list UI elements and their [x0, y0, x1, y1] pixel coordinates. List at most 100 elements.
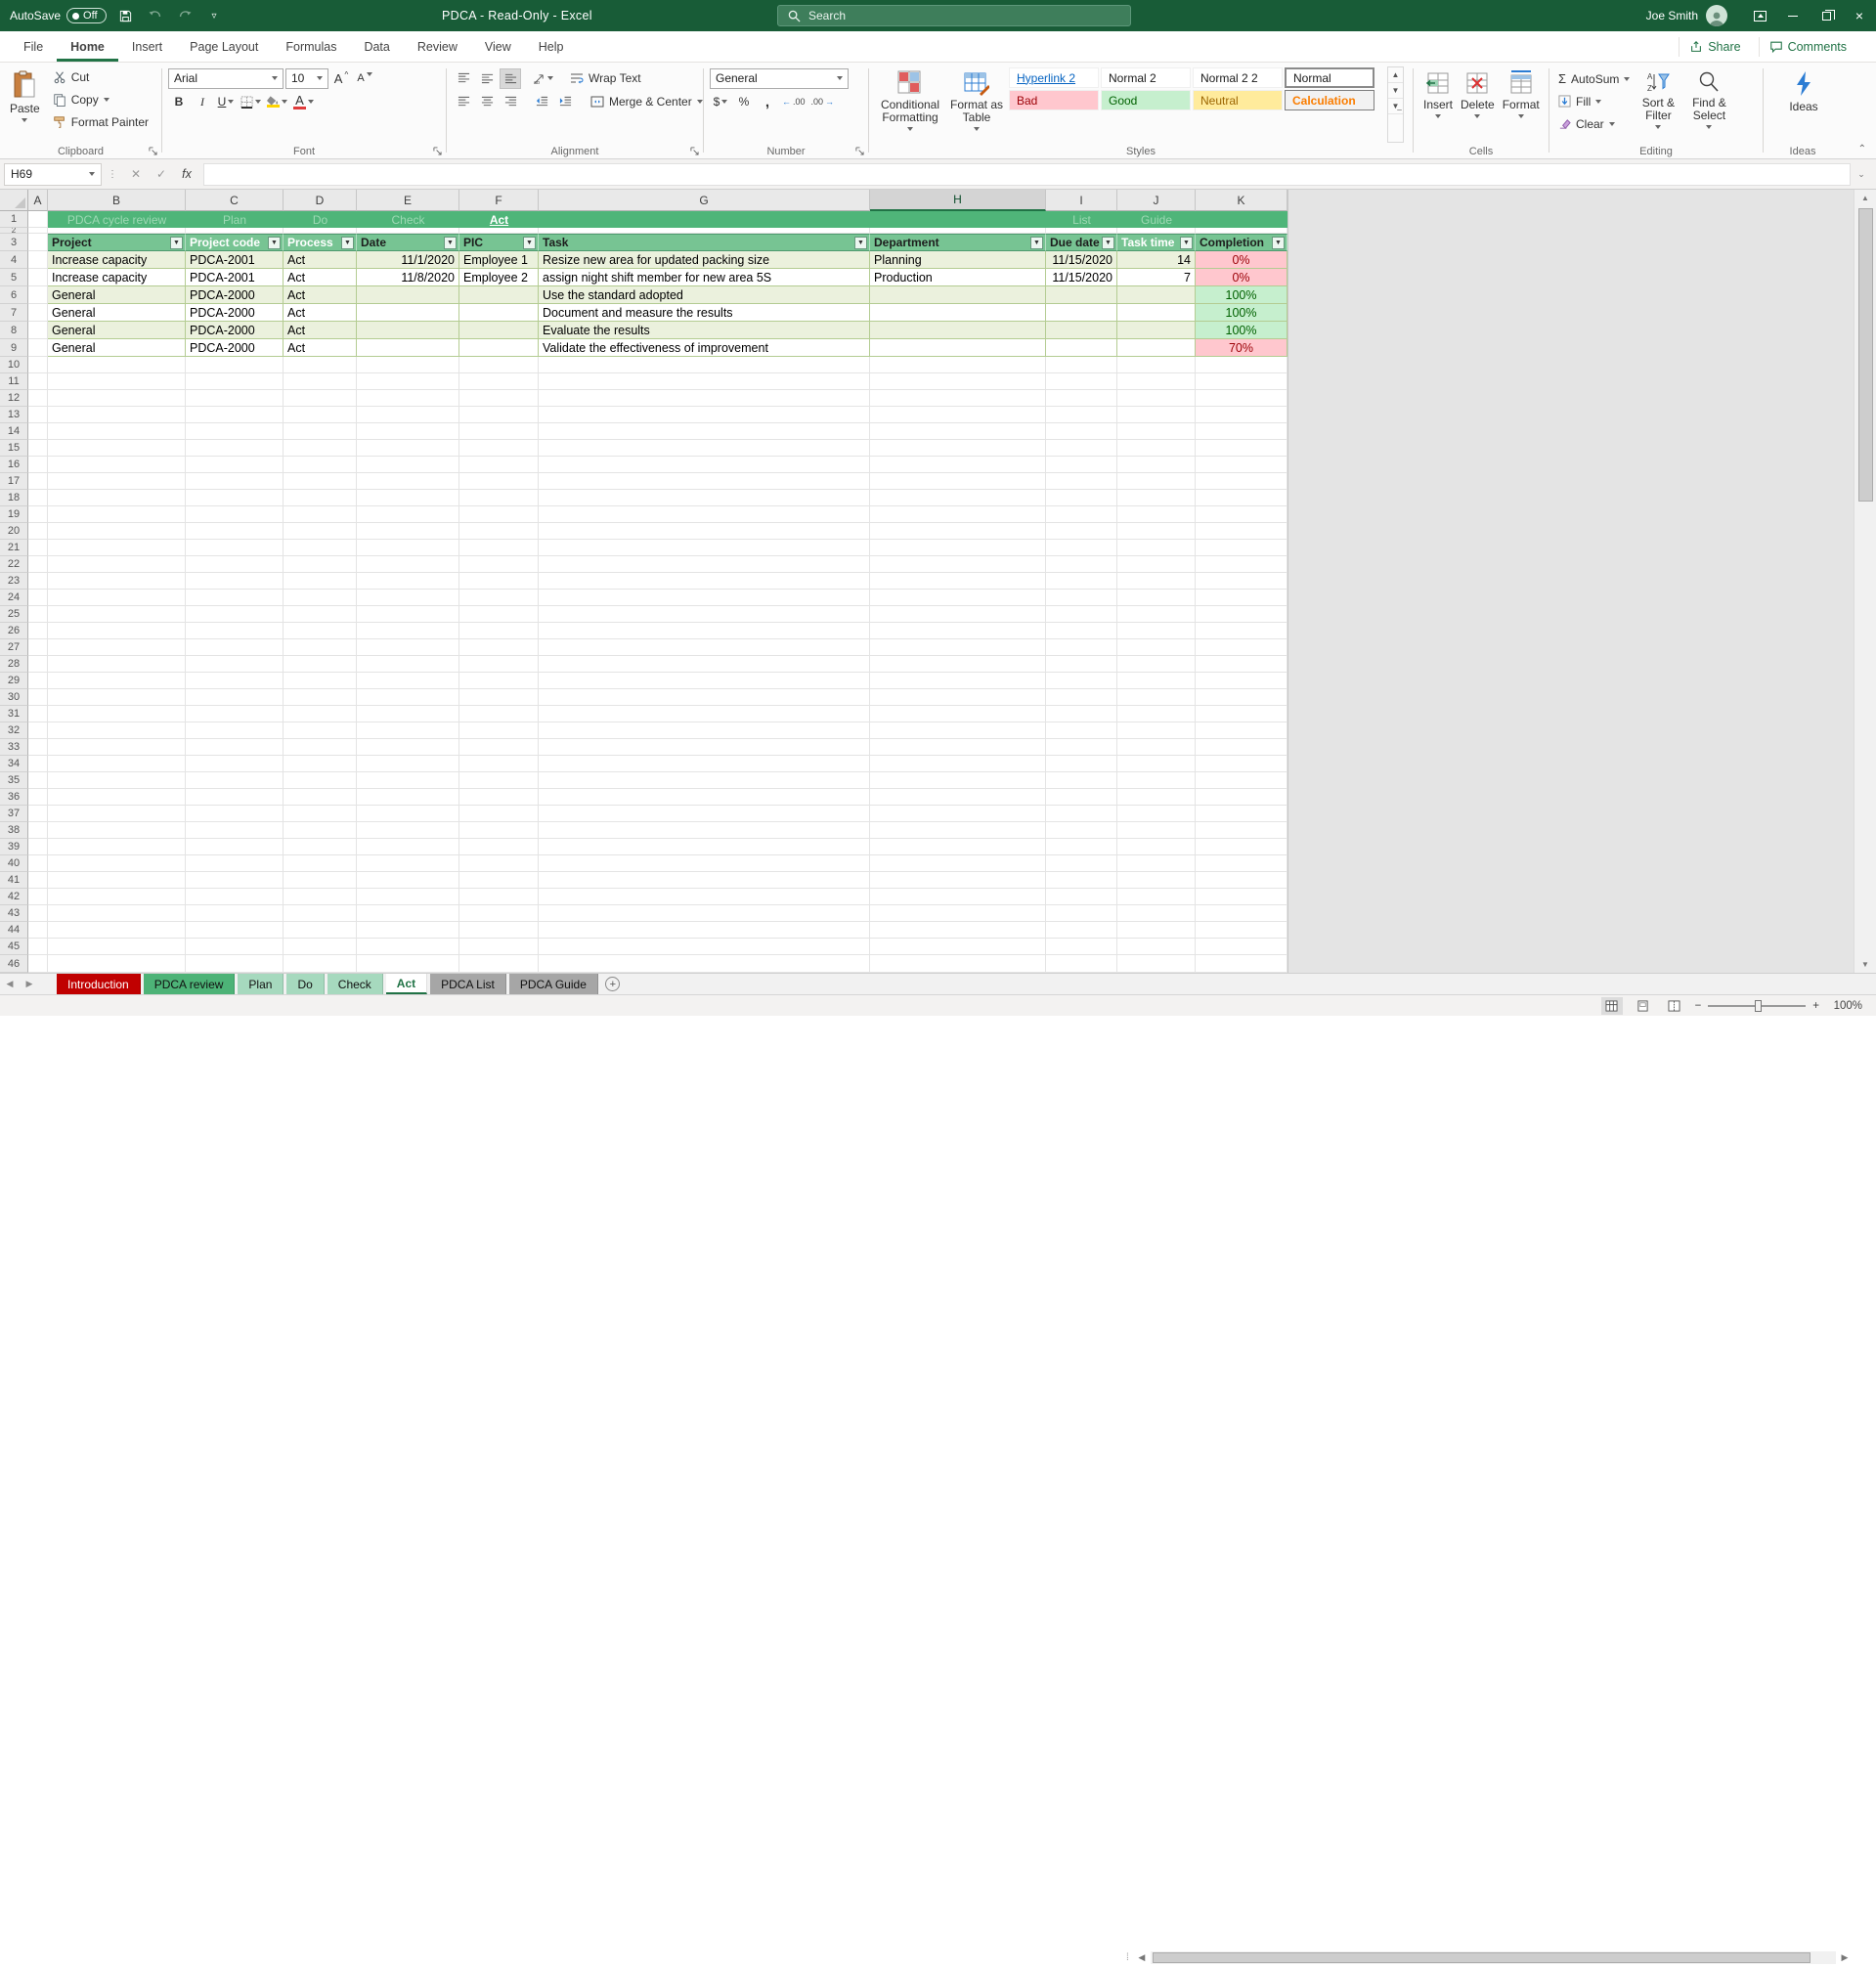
- cell-J19[interactable]: [1117, 506, 1196, 523]
- comments-button[interactable]: Comments: [1758, 36, 1856, 57]
- row-header-20[interactable]: 20: [0, 523, 28, 540]
- cell-C35[interactable]: [186, 772, 284, 789]
- cell-A29[interactable]: [28, 673, 48, 689]
- row-header-42[interactable]: 42: [0, 889, 28, 905]
- cell-F45[interactable]: [459, 939, 539, 955]
- cell-I42[interactable]: [1046, 889, 1117, 905]
- cell-F43[interactable]: [459, 905, 539, 922]
- cell-B44[interactable]: [48, 922, 186, 939]
- cell-K33[interactable]: [1196, 739, 1287, 756]
- cell-D38[interactable]: [284, 822, 357, 839]
- column-header-F[interactable]: F: [459, 190, 539, 211]
- vertical-scrollbar[interactable]: ▲ ▼: [1854, 190, 1876, 973]
- cell-I46[interactable]: [1046, 955, 1117, 973]
- cell-E42[interactable]: [357, 889, 459, 905]
- style-chip-normal-2[interactable]: Normal 2: [1101, 67, 1191, 88]
- cell-D27[interactable]: [284, 639, 357, 656]
- cell-K45[interactable]: [1196, 939, 1287, 955]
- cell-B45[interactable]: [48, 939, 186, 955]
- cell-E29[interactable]: [357, 673, 459, 689]
- cell-I36[interactable]: [1046, 789, 1117, 806]
- avatar[interactable]: [1706, 5, 1727, 26]
- cell-F30[interactable]: [459, 689, 539, 706]
- cell-A44[interactable]: [28, 922, 48, 939]
- cell-I15[interactable]: [1046, 440, 1117, 457]
- filter-dropdown-icon[interactable]: ▼: [854, 236, 867, 249]
- row-header-34[interactable]: 34: [0, 756, 28, 772]
- cell-J20[interactable]: [1117, 523, 1196, 540]
- font-dialog-launcher[interactable]: [431, 145, 443, 156]
- column-header-H[interactable]: H: [870, 190, 1046, 211]
- cell-K16[interactable]: [1196, 457, 1287, 473]
- minimize-button[interactable]: [1776, 0, 1810, 31]
- cell-J27[interactable]: [1117, 639, 1196, 656]
- cell-H30[interactable]: [870, 689, 1046, 706]
- find-select-button[interactable]: Find & Select: [1683, 66, 1734, 143]
- cell-B36[interactable]: [48, 789, 186, 806]
- cell-C32[interactable]: [186, 722, 284, 739]
- cell-E18[interactable]: [357, 490, 459, 506]
- cell-F36[interactable]: [459, 789, 539, 806]
- cell-B40[interactable]: [48, 855, 186, 872]
- cell-J11[interactable]: [1117, 373, 1196, 390]
- cell-I7[interactable]: [1046, 304, 1117, 322]
- cell-C33[interactable]: [186, 739, 284, 756]
- cell-A24[interactable]: [28, 590, 48, 606]
- cell-C6[interactable]: PDCA-2000: [186, 286, 284, 304]
- cell-B19[interactable]: [48, 506, 186, 523]
- cell-G12[interactable]: [539, 390, 870, 407]
- cell-H35[interactable]: [870, 772, 1046, 789]
- cell-H25[interactable]: [870, 606, 1046, 623]
- cell-E35[interactable]: [357, 772, 459, 789]
- font-color-button[interactable]: A: [291, 92, 316, 112]
- cell-H14[interactable]: [870, 423, 1046, 440]
- share-button[interactable]: Share: [1679, 36, 1750, 57]
- cell-K15[interactable]: [1196, 440, 1287, 457]
- cell-F9[interactable]: [459, 339, 539, 357]
- cell-G43[interactable]: [539, 905, 870, 922]
- font-family-select[interactable]: Arial: [168, 67, 284, 89]
- cell-E15[interactable]: [357, 440, 459, 457]
- decrease-decimal-button[interactable]: .00 →: [809, 92, 837, 112]
- cell-E34[interactable]: [357, 756, 459, 772]
- cell-D5[interactable]: Act: [284, 269, 357, 286]
- cell-A10[interactable]: [28, 357, 48, 373]
- cell-I29[interactable]: [1046, 673, 1117, 689]
- cell-G32[interactable]: [539, 722, 870, 739]
- delete-cells-button[interactable]: Delete: [1457, 66, 1499, 143]
- cell-G4[interactable]: Resize new area for updated packing size: [539, 251, 870, 269]
- cell-I44[interactable]: [1046, 922, 1117, 939]
- cell-C16[interactable]: [186, 457, 284, 473]
- cell-D39[interactable]: [284, 839, 357, 855]
- scroll-down-icon[interactable]: ▼: [1854, 956, 1876, 973]
- filter-dropdown-icon[interactable]: ▼: [268, 236, 281, 249]
- cell-F40[interactable]: [459, 855, 539, 872]
- cell-G27[interactable]: [539, 639, 870, 656]
- row-header-10[interactable]: 10: [0, 357, 28, 373]
- cell-H24[interactable]: [870, 590, 1046, 606]
- row-header-23[interactable]: 23: [0, 573, 28, 590]
- cell-F23[interactable]: [459, 573, 539, 590]
- cell-A5[interactable]: [28, 269, 48, 286]
- cell-A42[interactable]: [28, 889, 48, 905]
- cell-H18[interactable]: [870, 490, 1046, 506]
- sheet-nav-right-icon[interactable]: ▶: [20, 974, 39, 994]
- cell-J22[interactable]: [1117, 556, 1196, 573]
- cell-D21[interactable]: [284, 540, 357, 556]
- cell-G13[interactable]: [539, 407, 870, 423]
- cell-K24[interactable]: [1196, 590, 1287, 606]
- cell-B6[interactable]: General: [48, 286, 186, 304]
- cell-E27[interactable]: [357, 639, 459, 656]
- cell-I17[interactable]: [1046, 473, 1117, 490]
- cell-C10[interactable]: [186, 357, 284, 373]
- cell-H44[interactable]: [870, 922, 1046, 939]
- filter-header-task[interactable]: Task ▼: [539, 234, 870, 251]
- cell-E26[interactable]: [357, 623, 459, 639]
- row-header-35[interactable]: 35: [0, 772, 28, 789]
- cell-G28[interactable]: [539, 656, 870, 673]
- filter-dropdown-icon[interactable]: ▼: [523, 236, 536, 249]
- format-as-table-button[interactable]: Format as Table: [945, 66, 1008, 143]
- cell-H33[interactable]: [870, 739, 1046, 756]
- cell-I19[interactable]: [1046, 506, 1117, 523]
- cell-A1[interactable]: [28, 211, 48, 228]
